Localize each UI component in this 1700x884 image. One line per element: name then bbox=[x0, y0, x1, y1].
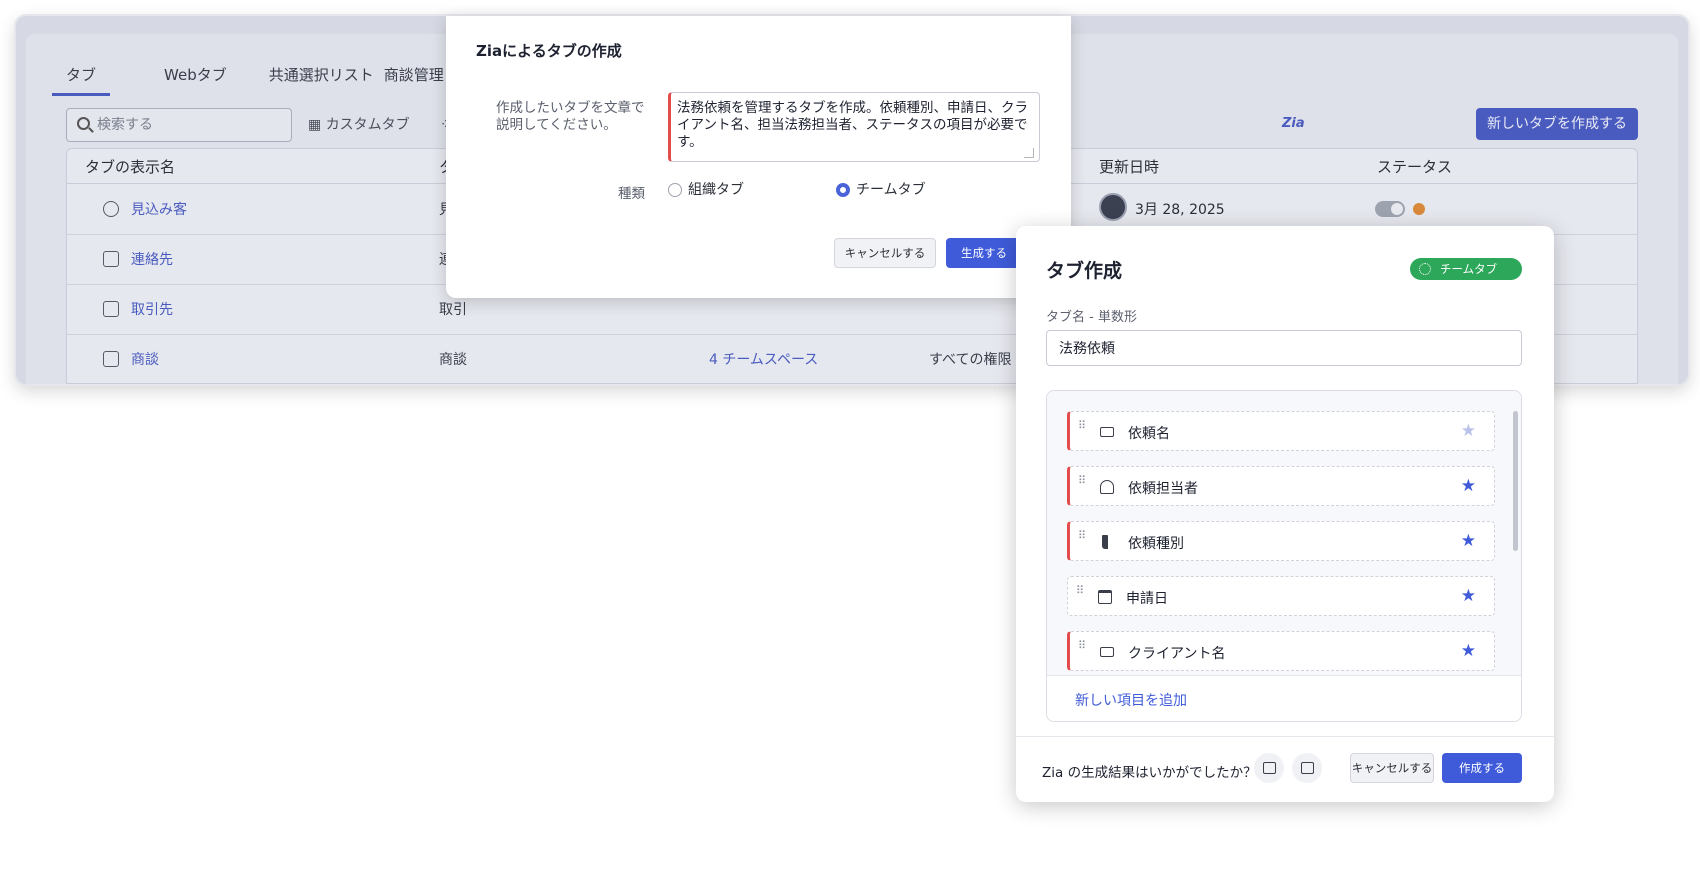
user-icon bbox=[1100, 480, 1114, 494]
field-item[interactable]: ⠿ 依頼種別 ★ bbox=[1067, 521, 1495, 561]
info-icon[interactable] bbox=[1413, 203, 1425, 215]
zia-icon[interactable]: Zia bbox=[1282, 116, 1305, 131]
row-type: 商談 bbox=[439, 352, 467, 368]
feedback-prompt: Zia の生成結果はいかがでしたか？ bbox=[1042, 765, 1257, 781]
radio-circle-icon bbox=[668, 183, 682, 197]
row-name-link[interactable]: 取引先 bbox=[131, 299, 173, 319]
contact-icon bbox=[103, 251, 119, 267]
grid-icon: ▦ bbox=[308, 117, 326, 133]
tab-web-tabs[interactable]: Webタブ bbox=[150, 60, 241, 96]
col-display-name[interactable]: タブの表示名 bbox=[85, 149, 175, 185]
drag-handle-icon[interactable]: ⠿ bbox=[1078, 420, 1086, 431]
row-name-link[interactable]: 見込み客 bbox=[131, 199, 187, 219]
row-name-link[interactable]: 連絡先 bbox=[131, 249, 173, 269]
tab-name-input[interactable] bbox=[1046, 330, 1522, 366]
prompt-label: 作成したいタブを文章で説明してください。 bbox=[496, 100, 645, 133]
tab-create-panel: タブ作成 チームタブ タブ名 - 単数形 ⠿ 依頼名 ★ ⠿ 依頼担当者 ★ ⠿… bbox=[1016, 226, 1554, 802]
drag-handle-icon[interactable]: ⠿ bbox=[1078, 475, 1086, 486]
col-status[interactable]: ステータス bbox=[1377, 149, 1452, 185]
drag-handle-icon[interactable]: ⠿ bbox=[1076, 585, 1084, 596]
picklist-icon bbox=[1102, 535, 1108, 549]
create-button[interactable]: 作成する bbox=[1442, 753, 1522, 783]
radio-team-tab[interactable]: チームタブ bbox=[836, 182, 926, 198]
drag-handle-icon[interactable]: ⠿ bbox=[1078, 530, 1086, 541]
wallet-icon bbox=[103, 351, 119, 367]
thumbs-down-icon[interactable] bbox=[1292, 753, 1322, 783]
field-item[interactable]: ⠿ 依頼担当者 ★ bbox=[1067, 466, 1495, 506]
avatar bbox=[1099, 193, 1127, 221]
tab-bar: タブ Webタブ 共通選択リスト 商談管理 bbox=[52, 60, 458, 100]
field-item[interactable]: ⠿ 依頼名 ★ bbox=[1067, 411, 1495, 451]
row-date: 3月 28, 2025 bbox=[1135, 202, 1225, 218]
thumbs-up-icon[interactable] bbox=[1254, 753, 1284, 783]
dialog-title: Ziaによるタブの作成 bbox=[476, 42, 622, 60]
status-toggle[interactable] bbox=[1375, 201, 1405, 217]
row-permission: すべての権限 bbox=[929, 352, 1012, 368]
tab-name-label: タブ名 - 単数形 bbox=[1046, 310, 1137, 325]
panel-cancel-button[interactable]: キャンセルする bbox=[1350, 753, 1434, 783]
generate-button[interactable]: 生成する bbox=[946, 238, 1022, 268]
row-name-link[interactable]: 商談 bbox=[131, 349, 159, 369]
add-field-link[interactable]: 新しい項目を追加 bbox=[1075, 690, 1187, 710]
building-icon bbox=[103, 301, 119, 317]
tab-tabs[interactable]: タブ bbox=[52, 60, 111, 96]
badge-label: チームタブ bbox=[1440, 262, 1498, 276]
text-field-icon bbox=[1100, 427, 1114, 437]
radio-org-label: 組織タブ bbox=[688, 182, 744, 198]
field-name: 依頼担当者 bbox=[1128, 481, 1198, 497]
custom-tab-filter[interactable]: ▦ カスタムタブ bbox=[308, 108, 410, 142]
fields-list: ⠿ 依頼名 ★ ⠿ 依頼担当者 ★ ⠿ 依頼種別 ★ ⠿ 申請日 ★ ⠿ クライ… bbox=[1046, 390, 1522, 722]
row-team-spaces-link[interactable]: 4 チームスペース bbox=[709, 349, 818, 369]
zia-create-tab-dialog: Ziaによるタブの作成 作成したいタブを文章で説明してください。 法務依頼を管理… bbox=[446, 16, 1071, 298]
team-tab-badge: チームタブ bbox=[1410, 258, 1522, 280]
radio-team-label: チームタブ bbox=[856, 182, 926, 198]
text-field-icon bbox=[1100, 647, 1114, 657]
field-name: 申請日 bbox=[1126, 591, 1168, 607]
resize-handle-icon[interactable] bbox=[1024, 148, 1034, 158]
field-name: 依頼名 bbox=[1128, 426, 1170, 442]
cancel-button[interactable]: キャンセルする bbox=[834, 238, 936, 268]
star-icon[interactable]: ★ bbox=[1461, 421, 1476, 441]
star-icon[interactable]: ★ bbox=[1461, 531, 1476, 551]
drag-handle-icon[interactable]: ⠿ bbox=[1078, 640, 1086, 651]
tab-picklists[interactable]: 共通選択リスト bbox=[255, 60, 388, 96]
field-item[interactable]: ⠿ 申請日 ★ bbox=[1067, 576, 1495, 616]
new-tab-button[interactable]: 新しいタブを作成する bbox=[1476, 108, 1638, 140]
row-type: 取引 bbox=[439, 302, 467, 318]
custom-tab-label: カスタムタブ bbox=[325, 117, 410, 133]
add-field-row: 新しい項目を追加 bbox=[1047, 675, 1521, 721]
search-icon bbox=[77, 117, 90, 130]
scrollbar[interactable] bbox=[1513, 411, 1518, 551]
kind-label: 種類 bbox=[618, 186, 645, 202]
star-icon[interactable]: ★ bbox=[1461, 476, 1476, 496]
panel-title: タブ作成 bbox=[1046, 260, 1123, 282]
star-icon[interactable]: ★ bbox=[1461, 641, 1476, 661]
star-icon[interactable]: ★ bbox=[1461, 586, 1476, 606]
field-item[interactable]: ⠿ クライアント名 ★ bbox=[1067, 631, 1495, 671]
calendar-icon bbox=[1098, 590, 1112, 604]
panel-footer: Zia の生成結果はいかがでしたか？ キャンセルする 作成する bbox=[1016, 736, 1554, 802]
search-placeholder: 検索する bbox=[97, 117, 153, 133]
radio-org-tab[interactable]: 組織タブ bbox=[668, 182, 744, 198]
target-icon bbox=[103, 201, 119, 217]
search-input[interactable]: 検索する bbox=[66, 108, 292, 142]
tab-deal-management[interactable]: 商談管理 bbox=[370, 60, 458, 96]
prompt-textarea[interactable]: 法務依頼を管理するタブを作成。依頼種別、申請日、クライアント名、担当法務担当者、… bbox=[668, 92, 1040, 162]
field-name: クライアント名 bbox=[1128, 646, 1226, 662]
team-icon bbox=[1419, 263, 1431, 275]
col-updated[interactable]: 更新日時 bbox=[1099, 149, 1159, 185]
radio-circle-icon bbox=[836, 183, 850, 197]
field-name: 依頼種別 bbox=[1128, 536, 1184, 552]
